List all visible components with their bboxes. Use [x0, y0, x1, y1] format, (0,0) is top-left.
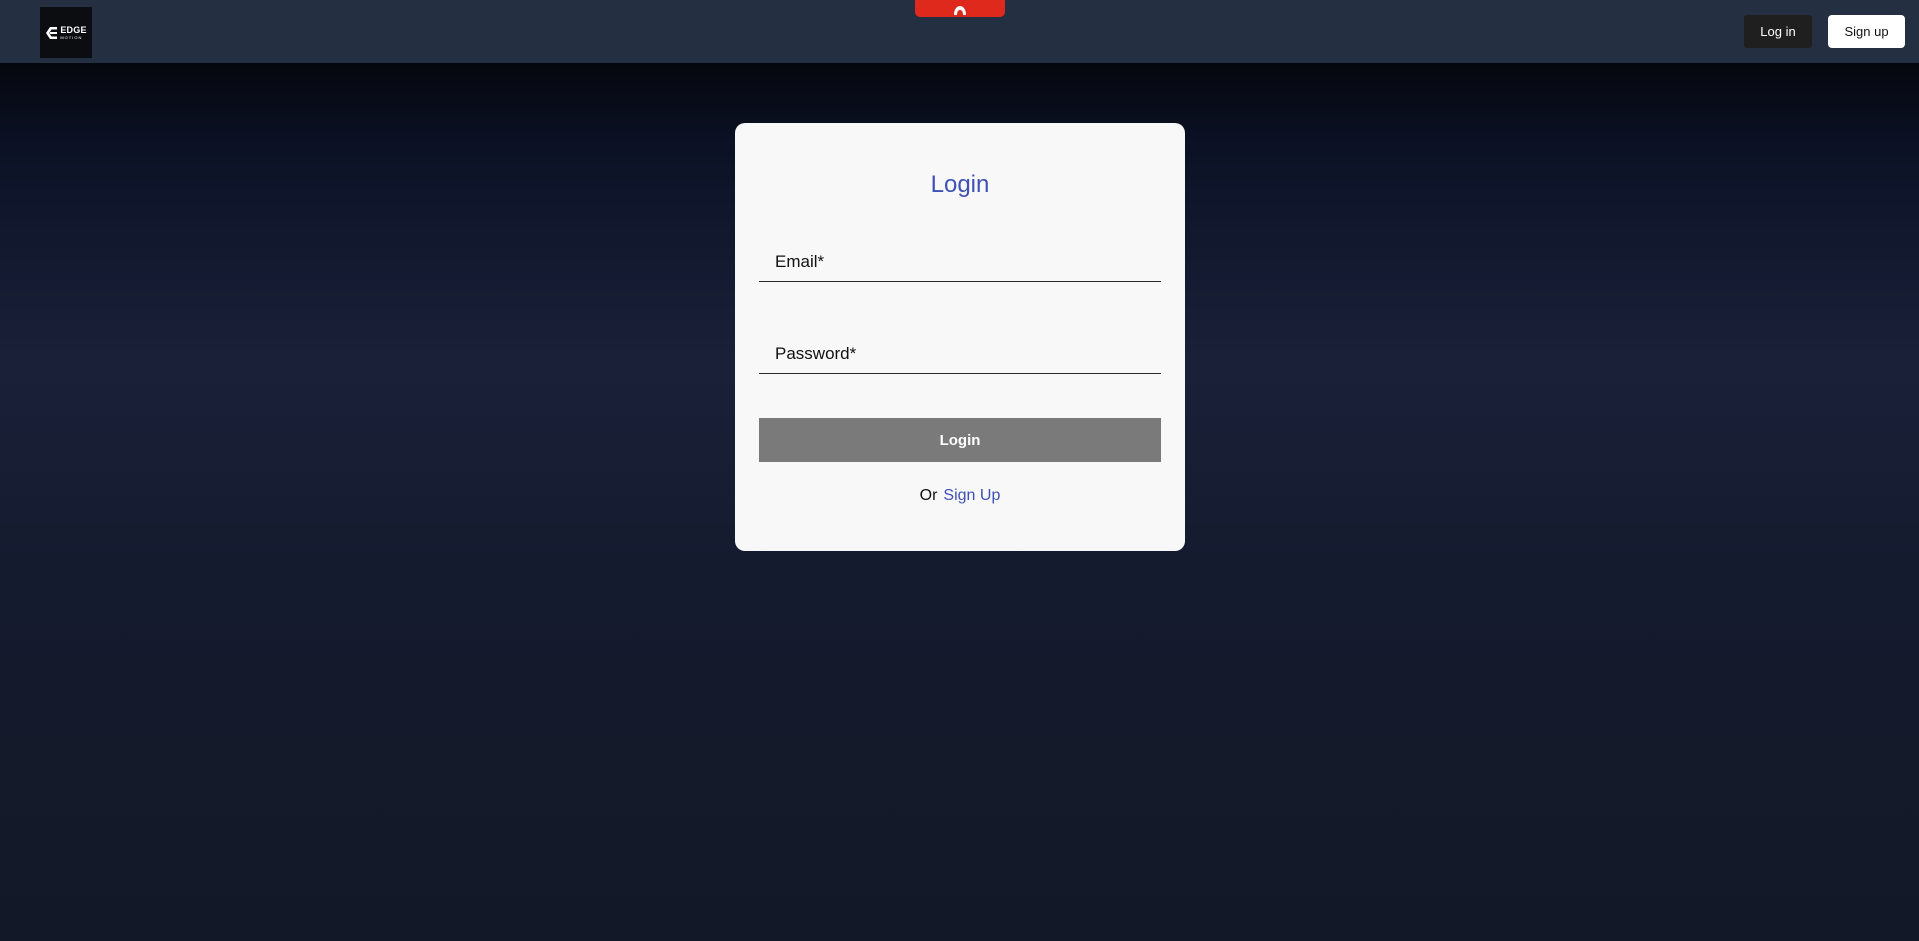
login-submit-button[interactable]: Login: [759, 418, 1161, 462]
email-field-container: [759, 234, 1161, 282]
signup-prompt: Or Sign Up: [735, 487, 1185, 505]
email-field[interactable]: [759, 234, 1161, 281]
password-field-container: [759, 326, 1161, 374]
edge-motion-logo[interactable]: EDGE MOTION: [40, 7, 92, 58]
flame-icon: [954, 6, 966, 15]
header-signup-button[interactable]: Sign up: [1828, 15, 1905, 48]
signup-link[interactable]: Sign Up: [943, 487, 1000, 504]
back-arrow-icon: [46, 26, 58, 39]
logo-title: EDGE: [60, 24, 87, 35]
signup-prompt-prefix: Or: [919, 487, 938, 504]
top-navbar: EDGE MOTION Log in Sign up: [0, 0, 1919, 63]
password-field[interactable]: [759, 326, 1161, 373]
login-card: Login Login Or Sign Up: [735, 123, 1185, 551]
notch-tab[interactable]: [915, 0, 1005, 17]
logo-wordmark: EDGE MOTION: [60, 24, 87, 40]
logo-subtitle: MOTION: [60, 34, 83, 40]
header-login-button[interactable]: Log in: [1744, 15, 1812, 48]
login-title: Login: [930, 171, 990, 198]
